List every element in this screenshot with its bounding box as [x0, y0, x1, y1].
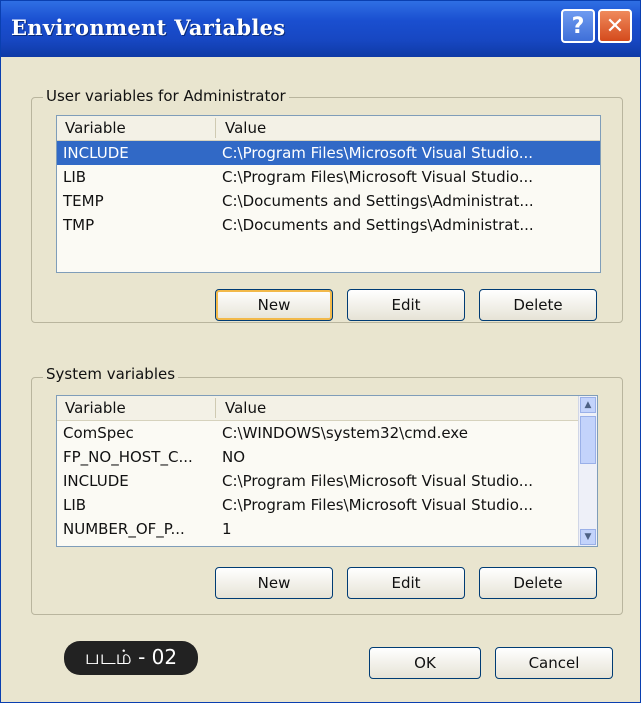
system-edit-button[interactable]: Edit [347, 567, 465, 599]
variable-value: C:\Program Files\Microsoft Visual Studio… [222, 144, 534, 162]
variable-value: C:\Program Files\Microsoft Visual Studio… [222, 472, 534, 490]
user-new-button[interactable]: New [215, 289, 333, 321]
variable-name: INCLUDE [63, 472, 129, 490]
table-row[interactable]: INCLUDE C:\Program Files\Microsoft Visua… [57, 141, 600, 165]
close-button[interactable]: ✕ [598, 9, 632, 43]
system-new-button[interactable]: New [215, 567, 333, 599]
system-delete-button[interactable]: Delete [479, 567, 597, 599]
variable-name: NUMBER_OF_P... [63, 520, 185, 538]
table-row[interactable]: LIB C:\Program Files\Microsoft Visual St… [57, 493, 597, 517]
variable-name: INCLUDE [63, 144, 129, 162]
user-variables-label: User variables for Administrator [43, 87, 289, 105]
table-row[interactable]: ComSpec C:\WINDOWS\system32\cmd.exe [57, 421, 597, 445]
variable-value: NO [222, 448, 246, 466]
variable-name: FP_NO_HOST_C... [63, 448, 193, 466]
table-row[interactable]: FP_NO_HOST_C... NO [57, 445, 597, 469]
variable-name: TMP [63, 216, 95, 234]
column-header-value[interactable]: Value [225, 119, 266, 137]
user-delete-button[interactable]: Delete [479, 289, 597, 321]
user-edit-button[interactable]: Edit [347, 289, 465, 321]
figure-caption-badge: படம் - 02 [64, 641, 198, 675]
column-header-value[interactable]: Value [225, 399, 266, 417]
scrollbar-thumb[interactable] [580, 416, 596, 464]
table-row[interactable]: TMP C:\Documents and Settings\Administra… [57, 213, 600, 237]
user-list-header: Variable Value [57, 116, 600, 141]
variable-name: LIB [63, 496, 87, 514]
ok-button[interactable]: OK [369, 647, 481, 679]
system-variables-label: System variables [43, 365, 179, 383]
scroll-down-icon[interactable]: ▼ [580, 529, 596, 545]
title-bar[interactable]: Environment Variables ? ✕ [1, 1, 640, 57]
variable-value: C:\Program Files\Microsoft Visual Studio… [222, 168, 534, 186]
user-variables-list[interactable]: Variable Value INCLUDE C:\Program Files\… [56, 115, 601, 273]
variable-name: ComSpec [63, 424, 134, 442]
variable-value: C:\Program Files\Microsoft Visual Studio… [222, 496, 534, 514]
table-row[interactable]: LIB C:\Program Files\Microsoft Visual St… [57, 165, 600, 189]
system-list-scrollbar[interactable]: ▲ ▼ [578, 396, 597, 546]
system-variables-list[interactable]: Variable Value ComSpec C:\WINDOWS\system… [56, 395, 598, 547]
scroll-up-icon[interactable]: ▲ [580, 397, 596, 413]
close-icon: ✕ [605, 13, 625, 39]
variable-value: 1 [222, 520, 232, 538]
variable-value: C:\Documents and Settings\Administrat... [222, 192, 534, 210]
variable-name: LIB [63, 168, 87, 186]
cancel-button[interactable]: Cancel [495, 647, 613, 679]
table-row[interactable]: TEMP C:\Documents and Settings\Administr… [57, 189, 600, 213]
variable-value: C:\Documents and Settings\Administrat... [222, 216, 534, 234]
column-header-variable[interactable]: Variable [65, 119, 126, 137]
help-icon: ? [571, 13, 585, 39]
table-row[interactable]: INCLUDE C:\Program Files\Microsoft Visua… [57, 469, 597, 493]
table-row[interactable]: NUMBER_OF_P... 1 [57, 517, 597, 541]
help-button[interactable]: ? [561, 9, 595, 43]
variable-value: C:\WINDOWS\system32\cmd.exe [222, 424, 468, 442]
dialog-title: Environment Variables [11, 15, 286, 40]
column-header-variable[interactable]: Variable [65, 399, 126, 417]
environment-variables-dialog: Environment Variables ? ✕ User variables… [0, 0, 641, 703]
variable-name: TEMP [63, 192, 104, 210]
system-list-header: Variable Value [57, 396, 597, 421]
